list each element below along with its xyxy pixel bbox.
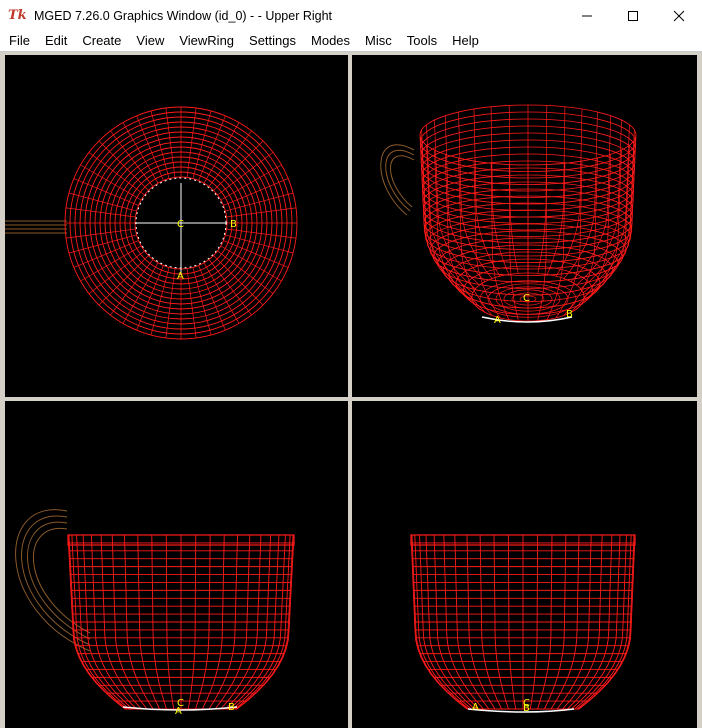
top-view-canvas: C B A [5, 106, 298, 340]
menu-file[interactable]: File [0, 31, 37, 51]
cup-wireframe-side [67, 534, 295, 710]
menu-create[interactable]: Create [74, 31, 128, 51]
vertex-label-b: B [566, 309, 573, 320]
viewport-perspective-view[interactable]: C A B [352, 55, 697, 397]
close-icon [673, 10, 685, 21]
handle-wireframe-top [5, 220, 67, 234]
minimize-icon [582, 15, 592, 16]
vertex-label-c: C [177, 219, 184, 230]
vertex-label-a: A [177, 271, 184, 282]
menu-help[interactable]: Help [444, 31, 486, 51]
viewport-side-view[interactable]: C B A [5, 401, 348, 728]
front-view-canvas: A C B [410, 534, 636, 714]
vertex-label-a: A [175, 706, 182, 717]
menu-tools[interactable]: Tools [399, 31, 444, 51]
menu-modes[interactable]: Modes [303, 31, 357, 51]
side-view-canvas: C B A [15, 509, 295, 717]
window-controls [564, 0, 702, 31]
close-button[interactable] [656, 0, 702, 31]
base-highlight [467, 708, 575, 713]
menu-view[interactable]: View [128, 31, 171, 51]
title-bar: Tk MGED 7.26.0 Graphics Window (id_0) - … [0, 0, 702, 31]
cup-wireframe-front [410, 534, 636, 710]
cup-wireframe-perspective [419, 104, 637, 322]
vertex-label-a: A [494, 315, 501, 326]
maximize-icon [628, 10, 638, 21]
graphics-area: C B A C A B C B A A C B [0, 52, 702, 728]
menu-viewring[interactable]: ViewRing [171, 31, 241, 51]
perspective-view-canvas: C A B [380, 104, 637, 326]
vertex-label-b: B [228, 702, 235, 713]
minimize-button[interactable] [564, 0, 610, 31]
maximize-button[interactable] [610, 0, 656, 31]
vertex-label-c: C [523, 293, 530, 304]
viewport-front-view[interactable]: A C B [352, 401, 697, 728]
menu-misc[interactable]: Misc [357, 31, 399, 51]
vertex-label-b: B [230, 219, 237, 230]
vertex-label-b: B [523, 703, 530, 714]
vertex-label-a: A [472, 702, 479, 713]
tk-app-icon: Tk [8, 7, 27, 23]
viewport-top-view[interactable]: C B A [5, 55, 348, 397]
window-title: MGED 7.26.0 Graphics Window (id_0) - - U… [34, 8, 333, 23]
menu-edit[interactable]: Edit [37, 31, 74, 51]
menu-bar: File Edit Create View ViewRing Settings … [0, 31, 702, 51]
menu-settings[interactable]: Settings [241, 31, 303, 51]
handle-wireframe-perspective [380, 144, 415, 216]
